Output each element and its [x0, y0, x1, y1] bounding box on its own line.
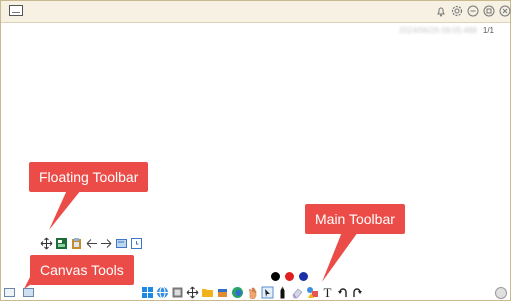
close-icon[interactable] — [498, 4, 511, 18]
move-icon[interactable] — [186, 286, 199, 299]
redo-arrow-icon[interactable] — [100, 237, 113, 250]
hand-icon[interactable] — [246, 286, 259, 299]
blackboard-icon[interactable] — [115, 237, 128, 250]
edge-icon[interactable] — [231, 286, 244, 299]
settings-gear-icon[interactable] — [450, 4, 464, 18]
main-toolbar: T — [141, 286, 364, 299]
text-tool-icon[interactable]: T — [321, 286, 334, 299]
screenshot-icon[interactable] — [171, 286, 184, 299]
color-picker — [271, 272, 308, 281]
main-toolbar-pointer — [322, 232, 358, 282]
floating-toolbar — [40, 237, 143, 250]
color-red[interactable] — [285, 272, 294, 281]
bell-icon[interactable] — [434, 4, 448, 18]
timer-icon[interactable] — [130, 237, 143, 250]
main-toolbar-callout: Main Toolbar — [305, 204, 405, 234]
exit-icon[interactable] — [495, 287, 507, 299]
canvas-tools-callout: Canvas Tools — [30, 255, 134, 285]
undo-arrow-icon[interactable] — [85, 237, 98, 250]
windows-start-icon[interactable] — [141, 286, 154, 299]
folder-icon[interactable] — [201, 286, 214, 299]
image-icon[interactable] — [23, 288, 34, 297]
move-icon[interactable] — [40, 237, 53, 250]
undo-icon[interactable] — [336, 286, 349, 299]
template-icon[interactable] — [55, 237, 68, 250]
shape-icon[interactable] — [306, 286, 319, 299]
floating-toolbar-callout: Floating Toolbar — [29, 162, 149, 192]
app-icon — [9, 5, 23, 16]
color-blue[interactable] — [299, 272, 308, 281]
pen-icon[interactable] — [276, 286, 289, 299]
title-bar — [1, 1, 511, 23]
minimize-icon[interactable] — [466, 4, 480, 18]
clipboard-icon[interactable] — [70, 237, 83, 250]
redo-icon[interactable] — [351, 286, 364, 299]
box-icon[interactable] — [216, 286, 229, 299]
color-black[interactable] — [271, 272, 280, 281]
eraser-icon[interactable] — [291, 286, 304, 299]
canvas-tools — [4, 288, 34, 297]
board-icon[interactable] — [4, 288, 15, 297]
maximize-icon[interactable] — [482, 4, 496, 18]
floating-toolbar-pointer — [49, 190, 81, 230]
browser-icon[interactable] — [156, 286, 169, 299]
select-icon[interactable] — [261, 286, 274, 299]
